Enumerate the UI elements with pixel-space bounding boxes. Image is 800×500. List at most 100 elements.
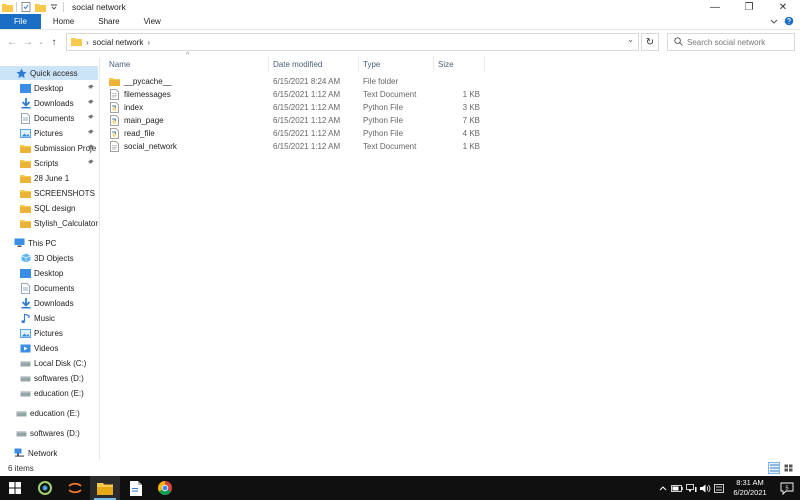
volume-icon[interactable] [698, 476, 712, 500]
address-dropdown-icon[interactable]: ⌄ [627, 35, 634, 44]
sidebar-item-pictures[interactable]: Pictures [0, 126, 98, 140]
anaconda-app-icon[interactable] [30, 476, 60, 500]
large-icons-view-icon[interactable] [782, 462, 794, 474]
pin-icon[interactable] [87, 84, 94, 93]
pictures-icon [20, 128, 31, 139]
notification-count: 5 [785, 485, 788, 491]
sidebar-item-softwares-d[interactable]: softwares (D:) [0, 426, 98, 440]
breadcrumb-separator-icon[interactable]: › [86, 38, 89, 47]
close-button[interactable]: ✕ [766, 0, 800, 14]
column-header-name[interactable]: Name [105, 56, 269, 72]
sidebar-item-3d-objects[interactable]: 3D Objects [0, 251, 98, 265]
sidebar-item-downloads[interactable]: Downloads [0, 296, 98, 310]
pin-icon[interactable] [87, 129, 94, 138]
navigation-pane[interactable]: Quick access Desktop Downloads Documents Pi… [0, 58, 100, 460]
document-app-icon[interactable] [120, 476, 150, 500]
sidebar-item-downloads[interactable]: Downloads [0, 96, 98, 110]
sidebar-item-submission-proje[interactable]: Submission Proje [0, 141, 98, 155]
pin-icon[interactable] [87, 159, 94, 168]
tab-home[interactable]: Home [41, 14, 86, 29]
sidebar-item-this-pc[interactable]: This PC [0, 236, 98, 250]
sidebar-item-quick-access[interactable]: Quick access [0, 66, 98, 80]
file-row[interactable]: read_file 6/15/2021 1:12 AM Python File 4 K… [105, 127, 485, 140]
column-header-size[interactable]: Size [434, 56, 485, 72]
file-row[interactable]: social_network 6/15/2021 1:12 AM Text Docu… [105, 140, 485, 153]
language-icon[interactable] [712, 476, 726, 500]
sidebar-item-pictures[interactable]: Pictures [0, 326, 98, 340]
network-tray-icon[interactable] [684, 476, 698, 500]
battery-icon[interactable] [670, 476, 684, 500]
start-button[interactable] [0, 476, 30, 500]
file-name: __pycache__ [124, 77, 172, 86]
ribbon-right-controls [770, 16, 794, 28]
search-input[interactable] [687, 37, 787, 47]
file-row[interactable]: index 6/15/2021 1:12 AM Python File 3 KB [105, 101, 485, 114]
sidebar-item-stylish-calculator[interactable]: Stylish_Calculator [0, 216, 98, 230]
file-row[interactable]: filemessages 6/15/2021 1:12 AM Text Docume… [105, 88, 485, 101]
tab-file[interactable]: File [0, 14, 41, 29]
sidebar-item-label: Stylish_Calculator [34, 218, 98, 228]
file-type: File folder [363, 77, 399, 86]
properties-icon[interactable] [19, 0, 33, 14]
address-bar[interactable]: › social network › ⌄ [66, 33, 639, 51]
sidebar-item-screenshots[interactable]: SCREENSHOTS [0, 186, 98, 200]
column-header-type[interactable]: Type [359, 56, 434, 72]
python-file-icon [109, 128, 120, 139]
new-folder-icon[interactable] [33, 0, 47, 14]
up-arrow-icon[interactable]: ↑ [46, 33, 62, 51]
search-box[interactable] [667, 33, 795, 51]
details-view-icon[interactable] [768, 462, 780, 474]
tab-view[interactable]: View [132, 14, 173, 29]
sidebar-item-28-june-1[interactable]: 28 June 1 [0, 171, 98, 185]
tab-share[interactable]: Share [86, 14, 131, 29]
expand-ribbon-icon[interactable] [770, 17, 778, 27]
column-header-date-modified[interactable]: Date modified [269, 56, 359, 72]
sidebar-item-music[interactable]: Music [0, 311, 98, 325]
help-icon[interactable] [784, 16, 794, 28]
python-file-icon [109, 115, 120, 126]
recent-locations-chevron-icon[interactable]: ⌄ [36, 33, 46, 51]
sidebar-item-label: Desktop [34, 268, 64, 278]
pin-icon[interactable] [87, 114, 94, 123]
file-date-modified: 6/15/2021 1:12 AM [273, 129, 341, 138]
file-type: Text Document [363, 142, 417, 151]
sidebar-item-education-e[interactable]: education (E:) [0, 386, 98, 400]
chevron-up-icon[interactable] [656, 476, 670, 500]
sidebar-item-desktop[interactable]: Desktop [0, 81, 98, 95]
maximize-button[interactable]: ❐ [732, 0, 766, 14]
sidebar-item-label: education (E:) [34, 388, 84, 398]
minimize-button[interactable]: — [698, 0, 732, 14]
notification-center-icon[interactable]: 5 [774, 476, 800, 500]
sidebar-item-scripts[interactable]: Scripts [0, 156, 98, 170]
chrome-app-icon[interactable] [150, 476, 180, 500]
pin-icon[interactable] [87, 144, 94, 153]
quick-access-toolbar [0, 0, 66, 14]
jupyter-app-icon[interactable] [60, 476, 90, 500]
sidebar-item-local-disk-c[interactable]: Local Disk (C:) [0, 356, 98, 370]
sidebar-item-label: Documents [34, 283, 75, 293]
downloads-icon [20, 97, 31, 109]
file-row[interactable]: __pycache__ 6/15/2021 8:24 AM File folder [105, 75, 485, 88]
file-date-modified: 6/15/2021 1:12 AM [273, 90, 341, 99]
forward-arrow-icon[interactable]: → [20, 33, 36, 51]
text-file-icon [109, 141, 120, 152]
pin-icon[interactable] [87, 99, 94, 108]
sidebar-item-network[interactable]: Network [0, 446, 98, 460]
sidebar-item-education-e[interactable]: education (E:) [0, 406, 98, 420]
sidebar-item-desktop[interactable]: Desktop [0, 266, 98, 280]
customize-toolbar-icon[interactable] [47, 0, 61, 14]
folder-icon [20, 158, 31, 169]
sidebar-item-documents[interactable]: Documents [0, 111, 98, 125]
refresh-button[interactable]: ↻ [641, 33, 659, 51]
music-icon [20, 312, 31, 324]
clock[interactable]: 8:31 AM 6/20/2021 [726, 476, 774, 500]
breadcrumb-item[interactable]: social network [93, 38, 144, 47]
sidebar-item-documents[interactable]: Documents [0, 281, 98, 295]
sidebar-item-softwares-d[interactable]: softwares (D:) [0, 371, 98, 385]
file-explorer-app-icon[interactable] [90, 476, 120, 500]
sidebar-item-sql-design[interactable]: SQL design [0, 201, 98, 215]
file-row[interactable]: main_page 6/15/2021 1:12 AM Python File 7 K… [105, 114, 485, 127]
back-arrow-icon[interactable]: ← [4, 33, 20, 51]
sidebar-item-videos[interactable]: Videos [0, 341, 98, 355]
breadcrumb-separator-icon[interactable]: › [147, 38, 150, 47]
